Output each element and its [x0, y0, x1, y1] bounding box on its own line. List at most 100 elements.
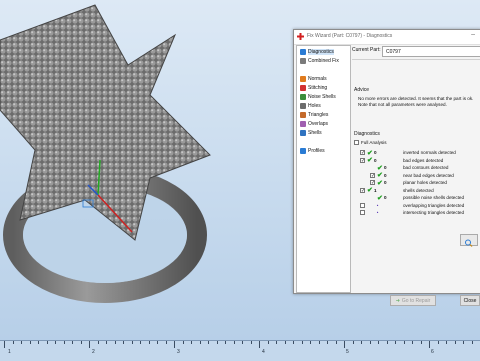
title-bar: Fix Wizard (Part: C0797) - Diagnostics – [294, 30, 480, 45]
diagnostic-row: ✓ ✔ 1 shells detected [360, 187, 434, 194]
diagnostic-label: shells detected [403, 187, 434, 193]
ruler-tick [21, 341, 22, 344]
diagnostic-label: inverted normals detected [403, 150, 456, 155]
ruler-tick [344, 341, 345, 348]
nav-item-noise-shells[interactable]: Noise Shells [300, 93, 336, 101]
ruler-tick [412, 341, 413, 344]
ruler-tick [335, 341, 337, 344]
app-logo-icon [297, 33, 304, 40]
diagnostic-checkbox[interactable] [360, 202, 365, 208]
full-analysis-label: Full Analysis [361, 140, 387, 145]
ruler-tick [352, 341, 354, 344]
normals-icon [300, 76, 306, 82]
diagnostic-checkbox[interactable]: ✓ [370, 180, 375, 186]
ruler-tick [38, 341, 39, 344]
ruler-tick [12, 341, 14, 344]
ruler-label: 6 [431, 349, 434, 355]
diagnostic-checkbox[interactable]: ✓ [360, 157, 365, 163]
ruler-tick [259, 341, 260, 348]
diagnostic-label: near bad edges detected [403, 172, 454, 178]
diagnostics-panel: Current Part: C0797 Advice No more error… [352, 45, 480, 306]
ruler-tick [454, 341, 456, 344]
diagnostic-count: • [376, 202, 379, 208]
ruler-tick [301, 341, 303, 344]
diagnostic-count: 0 [374, 157, 377, 163]
ruler-tick [191, 341, 192, 344]
nav-item-profiles[interactable]: Profiles [300, 147, 325, 155]
ruler-tick [276, 341, 277, 344]
ruler-tick [318, 341, 320, 344]
nav-item-label: Combined Fix [308, 58, 339, 64]
nav-item-label: Profiles [308, 148, 325, 154]
ok-check-icon: ✔ [377, 179, 383, 187]
dialog-title: Fix Wizard (Part: C0797) - Diagnostics [307, 33, 393, 39]
nav-item-label: Normals [308, 76, 327, 82]
ruler-tick [131, 341, 133, 344]
diagnostic-count: 0 [374, 150, 377, 155]
go-arrow-icon: ➜ [395, 297, 400, 304]
nav-item-shells[interactable]: Shells [300, 129, 322, 137]
minimize-button[interactable]: – [471, 31, 475, 38]
advice-group: Advice No more errors are detected. It s… [354, 87, 478, 115]
diagnostic-count: 0 [384, 172, 387, 178]
full-analysis-box[interactable] [354, 140, 359, 145]
ruler-tick [148, 341, 150, 344]
detect-button[interactable] [460, 234, 478, 247]
diagnostic-count: 1 [374, 187, 377, 193]
nav-item-label: Shells [308, 130, 322, 136]
ruler-tick [123, 341, 124, 344]
diagnostic-count: 0 [384, 195, 387, 200]
ruler-tick [463, 341, 464, 344]
ruler-tick [216, 341, 218, 344]
ruler-tick [55, 341, 56, 344]
ruler-label: 2 [92, 349, 95, 355]
noise-shells-icon [300, 94, 306, 100]
ruler-tick [293, 341, 294, 344]
go-to-repair-label: Go to Repair [401, 297, 431, 304]
divider [352, 59, 480, 60]
ok-check-icon: ✔ [367, 157, 373, 164]
nav-item-label: Stitching [308, 85, 328, 91]
ruler-tick [327, 341, 328, 344]
ruler-tick [114, 341, 116, 344]
diagnostics-icon [300, 49, 306, 55]
ruler-tick [46, 341, 48, 344]
nav-item-combined-fix[interactable]: Combined Fix [300, 57, 339, 65]
diagnostic-checkbox[interactable]: ✓ [370, 172, 375, 178]
diagnostic-label: possible noise shells detected [403, 195, 465, 200]
nav-item-label: Noise Shells [308, 94, 336, 100]
ruler-tick [420, 341, 422, 344]
close-button[interactable]: Close [460, 295, 480, 306]
ruler-tick [199, 341, 201, 344]
ruler-tick [97, 341, 99, 344]
current-part-field[interactable]: C0797 [382, 46, 480, 57]
ruler-tick [437, 341, 439, 344]
nav-item-triangles[interactable]: Triangles [300, 111, 328, 119]
nav-item-stitching[interactable]: Stitching [300, 84, 327, 92]
ruler-tick [429, 341, 430, 348]
overlaps-icon [300, 121, 306, 127]
diagnostic-checkbox[interactable]: ✓ [360, 150, 365, 156]
advice-text: No more errors are detected. It seems th… [358, 96, 474, 107]
ruler-tick [140, 341, 141, 344]
ruler-tick [446, 341, 447, 344]
ruler-tick [403, 341, 405, 344]
nav-item-normals[interactable]: Normals [300, 75, 327, 83]
nav-item-holes[interactable]: Holes [300, 102, 321, 110]
diagnostic-checkbox[interactable]: ✓ [360, 187, 365, 193]
full-analysis-checkbox[interactable]: Full Analysis [354, 139, 387, 146]
diagnostic-checkbox[interactable] [360, 210, 365, 215]
current-part-value: C0797 [386, 49, 401, 55]
nav-item-diagnostics[interactable]: Diagnostics [300, 48, 334, 56]
stitching-icon [300, 85, 306, 91]
go-to-repair-button[interactable]: ➜ Go to Repair [390, 295, 436, 306]
ruler-tick [395, 341, 396, 344]
diagnostic-label: planar holes detected [403, 180, 447, 185]
ruler-tick [63, 341, 65, 344]
diagnostic-row: ✓ ✔ 0 planar holes detected [370, 179, 447, 187]
diagnostic-row: ✔ 0 bad contours detected [370, 164, 448, 172]
nav-item-overlaps[interactable]: Overlaps [300, 120, 328, 128]
ruler-tick [242, 341, 243, 344]
diagnostic-label: bad edges detected [403, 157, 444, 163]
triangles-icon [300, 112, 306, 118]
